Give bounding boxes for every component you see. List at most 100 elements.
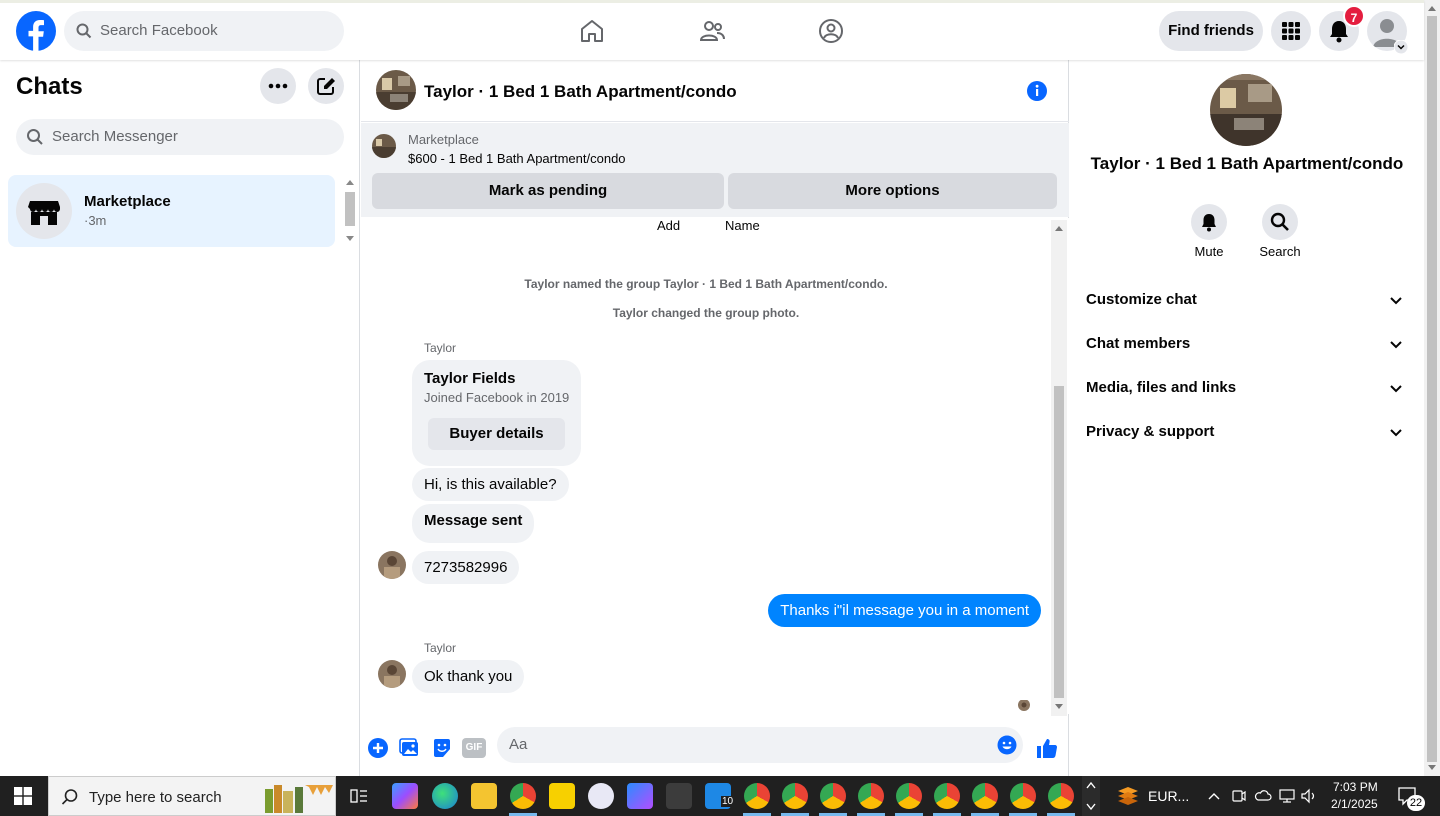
thumbs-up-icon[interactable]: [1035, 736, 1059, 760]
emoji-icon[interactable]: [997, 735, 1017, 755]
plus-circle-icon[interactable]: [366, 736, 390, 760]
buyer-details-button[interactable]: Buyer details: [428, 418, 565, 450]
photo-icon[interactable]: [398, 736, 422, 760]
storefront-icon: [28, 201, 60, 225]
system-message: Taylor changed the group photo.: [612, 306, 800, 320]
chevron-up-icon[interactable]: [1207, 790, 1221, 802]
scroll-up-arrow[interactable]: [1428, 6, 1436, 11]
chat-list-scrollbar[interactable]: [343, 176, 357, 246]
incoming-message[interactable]: Hi, is this available?: [412, 468, 569, 501]
find-friends-button[interactable]: Find friends: [1159, 11, 1263, 51]
listing-thumbnail[interactable]: [372, 134, 396, 158]
chrome-profile-icon[interactable]: [1048, 783, 1074, 809]
message-input[interactable]: Aa: [497, 727, 1023, 763]
scroll-thumb[interactable]: [1054, 386, 1064, 698]
sender-avatar[interactable]: [378, 660, 406, 688]
group-avatar[interactable]: [376, 70, 416, 110]
clock-date[interactable]: 2/1/2025: [1331, 797, 1378, 811]
chrome-profile-icon[interactable]: [934, 783, 960, 809]
chrome-profile-icon[interactable]: [896, 783, 922, 809]
chrome-profile-icon[interactable]: [820, 783, 846, 809]
scroll-down-arrow[interactable]: [1428, 765, 1436, 770]
facebook-logo[interactable]: [16, 11, 56, 51]
chrome-profile-icon[interactable]: [744, 783, 770, 809]
groups-icon[interactable]: [817, 17, 845, 45]
page-scrollbar[interactable]: [1424, 0, 1440, 776]
conversation-title[interactable]: Taylor · 1 Bed 1 Bath Apartment/condo: [424, 82, 737, 102]
name-group-link[interactable]: Name: [725, 218, 760, 233]
chat-members-section[interactable]: Chat members: [1086, 322, 1408, 366]
menu-button[interactable]: [1271, 11, 1311, 51]
currency-widget-icon[interactable]: [1116, 785, 1140, 807]
windows-start-icon[interactable]: [14, 787, 32, 805]
notification-count-badge: 22: [1407, 795, 1425, 811]
chrome-profile-icon[interactable]: [972, 783, 998, 809]
group-photo[interactable]: [1210, 74, 1282, 146]
scroll-thumb[interactable]: [345, 192, 355, 226]
marketplace-avatar: [16, 183, 72, 239]
marketplace-label: Marketplace: [408, 132, 479, 147]
mute-label: Mute: [1194, 244, 1224, 259]
chrome-profile-icon[interactable]: [782, 783, 808, 809]
customize-chat-section[interactable]: Customize chat: [1086, 278, 1408, 322]
chrome-app-icon[interactable]: [510, 783, 536, 809]
info-icon[interactable]: [1026, 80, 1048, 102]
edge-app-icon[interactable]: [432, 783, 458, 809]
paint-app-icon[interactable]: [588, 783, 614, 809]
incoming-message[interactable]: Message sent: [412, 504, 535, 543]
scroll-down-arrow[interactable]: [1055, 704, 1063, 709]
chat-options-button[interactable]: [260, 68, 296, 104]
more-options-button[interactable]: More options: [728, 173, 1057, 209]
facebook-search-input[interactable]: Search Facebook: [64, 11, 344, 51]
scroll-thumb[interactable]: [1427, 16, 1437, 762]
chevron-down-icon[interactable]: [1394, 40, 1408, 54]
volume-icon[interactable]: [1300, 788, 1318, 804]
clock-time[interactable]: 7:03 PM: [1333, 780, 1378, 794]
media-files-links-section[interactable]: Media, files and links: [1086, 366, 1408, 410]
privacy-support-section[interactable]: Privacy & support: [1086, 410, 1408, 454]
friends-icon[interactable]: [698, 17, 726, 45]
sender-name: Taylor: [424, 641, 457, 655]
add-people-link[interactable]: Add: [657, 218, 680, 233]
meet-now-icon[interactable]: [1231, 788, 1247, 804]
search-in-chat-button[interactable]: [1262, 204, 1298, 240]
sticky-notes-icon[interactable]: [549, 783, 575, 809]
mark-as-pending-button[interactable]: Mark as pending: [372, 173, 724, 209]
mute-button[interactable]: [1191, 204, 1227, 240]
chat-time: ·3m: [84, 213, 107, 228]
copilot-app-icon[interactable]: [392, 783, 418, 809]
scroll-down-arrow[interactable]: [346, 236, 354, 241]
currency-widget-text[interactable]: EUR...: [1148, 788, 1189, 804]
messenger-search-input[interactable]: Search Messenger: [16, 119, 344, 155]
conversation-scrollbar[interactable]: [1051, 220, 1067, 716]
incoming-message[interactable]: Ok thank you: [412, 660, 525, 693]
m365-app-icon[interactable]: [627, 783, 653, 809]
scroll-up-arrow[interactable]: [1055, 226, 1063, 231]
chat-list-item[interactable]: Marketplace ·3m: [8, 175, 335, 247]
sticker-icon[interactable]: [430, 736, 454, 760]
system-message: Taylor named the group Taylor · 1 Bed 1 …: [524, 277, 888, 291]
network-icon[interactable]: [1278, 788, 1296, 804]
chevron-down-icon: [1390, 385, 1402, 393]
chrome-profile-icon[interactable]: [1010, 783, 1036, 809]
search-icon: [61, 789, 78, 805]
chevron-down-icon: [1390, 297, 1402, 305]
home-icon[interactable]: [578, 17, 606, 45]
sender-avatar[interactable]: [378, 551, 406, 579]
chat-name: Marketplace: [84, 193, 171, 210]
taskbar-overflow-scroller[interactable]: [1082, 776, 1100, 816]
file-explorer-icon[interactable]: [471, 783, 497, 809]
art-app-icon[interactable]: [666, 783, 692, 809]
incoming-message[interactable]: 7273582996: [412, 551, 520, 584]
task-view-icon[interactable]: [350, 788, 368, 804]
onedrive-icon[interactable]: [1254, 788, 1272, 804]
read-receipt-avatar: [1018, 699, 1030, 711]
new-message-button[interactable]: [308, 68, 344, 104]
chrome-profile-icon[interactable]: [858, 783, 884, 809]
gif-button[interactable]: GIF: [462, 738, 486, 758]
taskbar-search-input[interactable]: Type here to search: [48, 776, 336, 816]
scroll-up-arrow[interactable]: [346, 180, 354, 185]
top-navigation-bar: Search Facebook Find friends 7: [0, 0, 1424, 60]
listing-price-title[interactable]: $600 - 1 Bed 1 Bath Apartment/condo: [408, 151, 626, 166]
outgoing-message[interactable]: Thanks i"il message you in a moment: [768, 594, 1041, 627]
